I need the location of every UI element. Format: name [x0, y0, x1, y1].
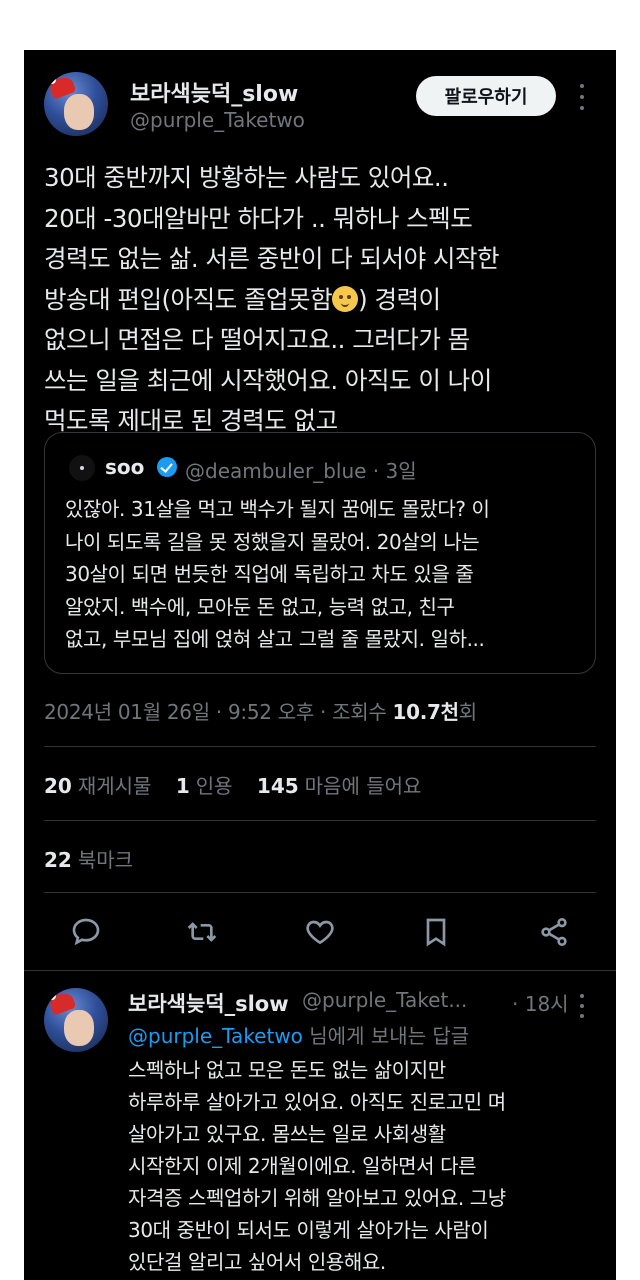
quoted-post[interactable]: soo @deambuler_blue · 3일 있잖아. 31살을 먹고 백수… [44, 432, 596, 674]
quoted-line: 나이 되도록 길을 못 정했을지 몰랐어. 20살의 나는 [65, 529, 480, 554]
reply-author-handle[interactable]: @purple_Taket... [302, 988, 467, 1012]
author-avatar[interactable] [44, 72, 108, 136]
post-line: 방송대 편입(아직도 졸업못함) 경력이 [44, 284, 441, 314]
mention-link[interactable]: @purple_Taketwo [128, 1024, 303, 1048]
likes-stat[interactable]: 145 마음에 들어요 [257, 774, 422, 798]
divider [44, 820, 596, 821]
reply-author-avatar[interactable] [44, 988, 108, 1052]
follow-button[interactable]: 팔로우하기 [416, 76, 556, 116]
bookmark-icon[interactable] [420, 916, 452, 948]
reply-author-name[interactable]: 보라색늦덕_slow [128, 988, 289, 1018]
post-line: 쓰는 일을 최근에 시작했어요. 아직도 이 나이 [44, 365, 492, 395]
verified-badge-icon [157, 457, 177, 477]
reply-line: 스펙하나 없고 모은 돈도 없는 삶이지만 [128, 1058, 446, 1082]
quoted-line: 30살이 되면 번듯한 직업에 독립하고 차도 있을 줄 [65, 562, 474, 586]
post-header: 보라색늦덕_slow @purple_Taketwo 팔로우하기 [24, 70, 616, 140]
repost-icon[interactable] [186, 916, 218, 948]
quoted-text: 있잖아. 31살을 먹고 백수가 될지 꿈에도 몰랐다? 이 나이 되도록 길을… [65, 493, 585, 656]
quoted-avatar [69, 455, 95, 481]
post-line: 30대 중반까지 방황하는 사람도 있어요.. [44, 163, 449, 192]
reply-line: 살아가고 있구요. 몸쓰는 일로 사회생활 [128, 1122, 446, 1146]
hugging-face-emoji-icon [332, 285, 359, 312]
quoted-line: 알았지. 백수에, 모아둔 돈 없고, 능력 없고, 친구 [65, 594, 455, 619]
post-line: 없으니 면접은 다 떨어지고요.. 그러다가 몸 [44, 325, 470, 354]
quoted-author-name: soo [105, 455, 145, 479]
like-icon[interactable] [304, 916, 336, 948]
post-line: 20대 -30대알바만 하다가 .. 뭐하나 스펙도 [44, 203, 473, 233]
reply-line: 있단걸 알리고 싶어서 인용해요. [128, 1250, 386, 1274]
quoted-line: 없고, 부모님 집에 얹혀 살고 그럴 줄 몰랐지. 일하... [65, 627, 485, 651]
bookmarks-stat[interactable]: 22 북마크 [44, 844, 133, 873]
reply-text: 스펙하나 없고 모은 돈도 없는 삶이지만 하루하루 살아가고 있어요. 아직도… [128, 1054, 608, 1278]
action-bar [44, 910, 596, 954]
thread-divider [24, 970, 616, 971]
divider [44, 892, 596, 893]
quoted-line: 있잖아. 31살을 먹고 백수가 될지 꿈에도 몰랐다? 이 [65, 497, 490, 521]
reply-line: 자격증 스펙업하기 위해 알아보고 있어요. 그냥 [128, 1186, 506, 1210]
divider [44, 746, 596, 747]
tweet-detail-screen: 보라색늦덕_slow @purple_Taketwo 팔로우하기 30대 중반까… [24, 50, 616, 1280]
view-count: 10.7천 [392, 700, 459, 724]
post-line: 경력도 없는 삶. 서른 중반이 다 되서야 시작한 [44, 244, 500, 273]
quoted-handle-time: @deambuler_blue · 3일 [185, 459, 417, 483]
reposts-stat[interactable]: 20 재게시물 [44, 774, 151, 798]
replying-to: @purple_Taketwo 님에게 보내는 답글 [128, 1024, 470, 1048]
share-icon[interactable] [538, 916, 570, 948]
reply-more-options-icon[interactable] [574, 994, 590, 1018]
more-options-icon[interactable] [574, 84, 590, 110]
post-timestamp: 2024년 01월 26일 · 9:52 오후 · 조회수 10.7천회 [44, 700, 477, 724]
reply-line: 하루하루 살아가고 있어요. 아직도 진로고민 며 [128, 1090, 506, 1114]
reply-icon[interactable] [70, 916, 102, 948]
author-name[interactable]: 보라색늦덕_slow [130, 76, 298, 108]
author-handle[interactable]: @purple_Taketwo [130, 108, 305, 132]
quotes-stat[interactable]: 1 인용 [176, 774, 233, 798]
reply-line: 시작한지 이제 2개월이에요. 일하면서 다른 [128, 1154, 477, 1178]
reply-line: 30대 중반이 되서도 이렇게 살아가는 사람이 [128, 1218, 489, 1242]
reply-time: · 18시 [512, 992, 569, 1016]
post-text: 30대 중반까지 방황하는 사람도 있어요.. 20대 -30대알바만 하다가 … [44, 158, 604, 442]
engagement-stats: 20 재게시물 1 인용 145 마음에 들어요 [44, 770, 439, 799]
